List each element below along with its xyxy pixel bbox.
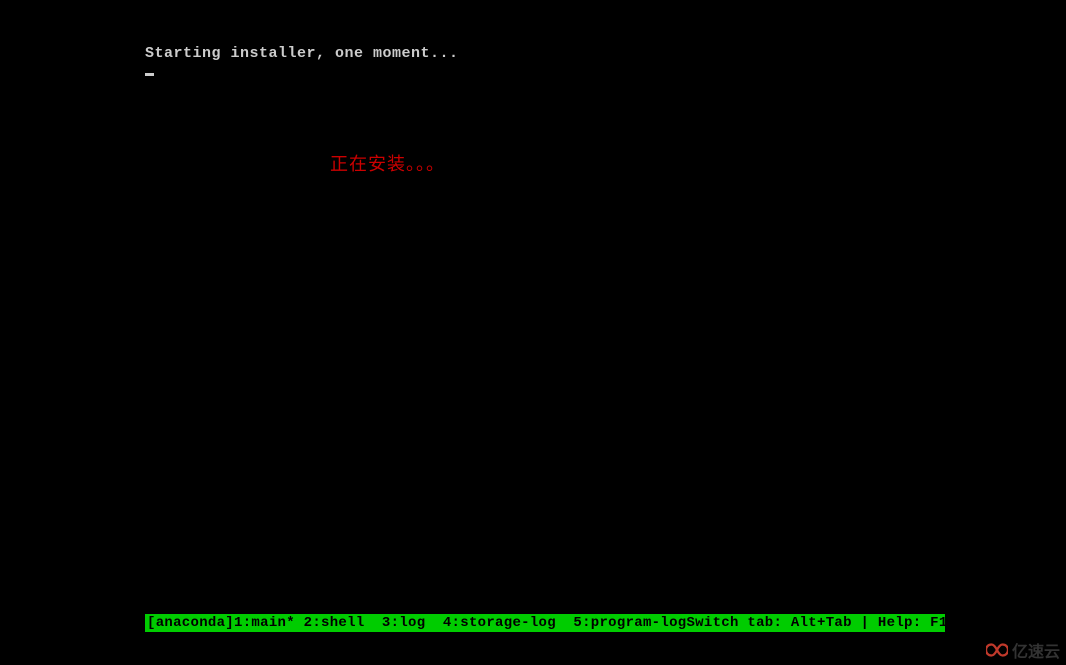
watermark: 亿速云 (986, 638, 1060, 662)
tmux-status-bar[interactable]: [anaconda]1:main* 2:shell 3:log 4:storag… (145, 614, 945, 632)
terminal-cursor (145, 73, 154, 76)
watermark-text: 亿速云 (1012, 638, 1060, 662)
status-bar-tabs[interactable]: [anaconda]1:main* 2:shell 3:log 4:storag… (147, 615, 686, 631)
infinity-icon (986, 641, 1008, 659)
status-bar-help: Switch tab: Alt+Tab | Help: F1 (686, 615, 953, 631)
annotation-overlay: 正在安装。。。 (330, 150, 445, 176)
installer-message: Starting installer, one moment... (145, 43, 945, 64)
terminal-output: Starting installer, one moment... (145, 43, 945, 81)
